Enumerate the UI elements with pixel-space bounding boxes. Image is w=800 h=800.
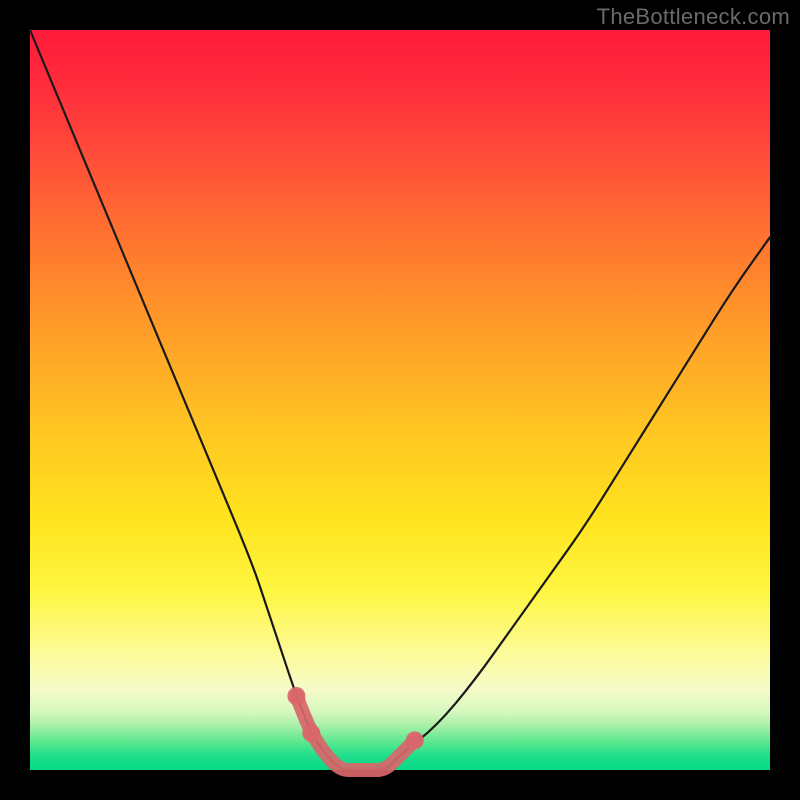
chart-frame: TheBottleneck.com [0, 0, 800, 800]
emphasis-dot [287, 687, 305, 705]
emphasis-dot [406, 731, 424, 749]
plot-area [30, 30, 770, 770]
emphasis-dot [302, 724, 320, 742]
curve-layer [30, 30, 770, 770]
bottleneck-curve [30, 30, 770, 770]
watermark-text: TheBottleneck.com [597, 4, 790, 30]
